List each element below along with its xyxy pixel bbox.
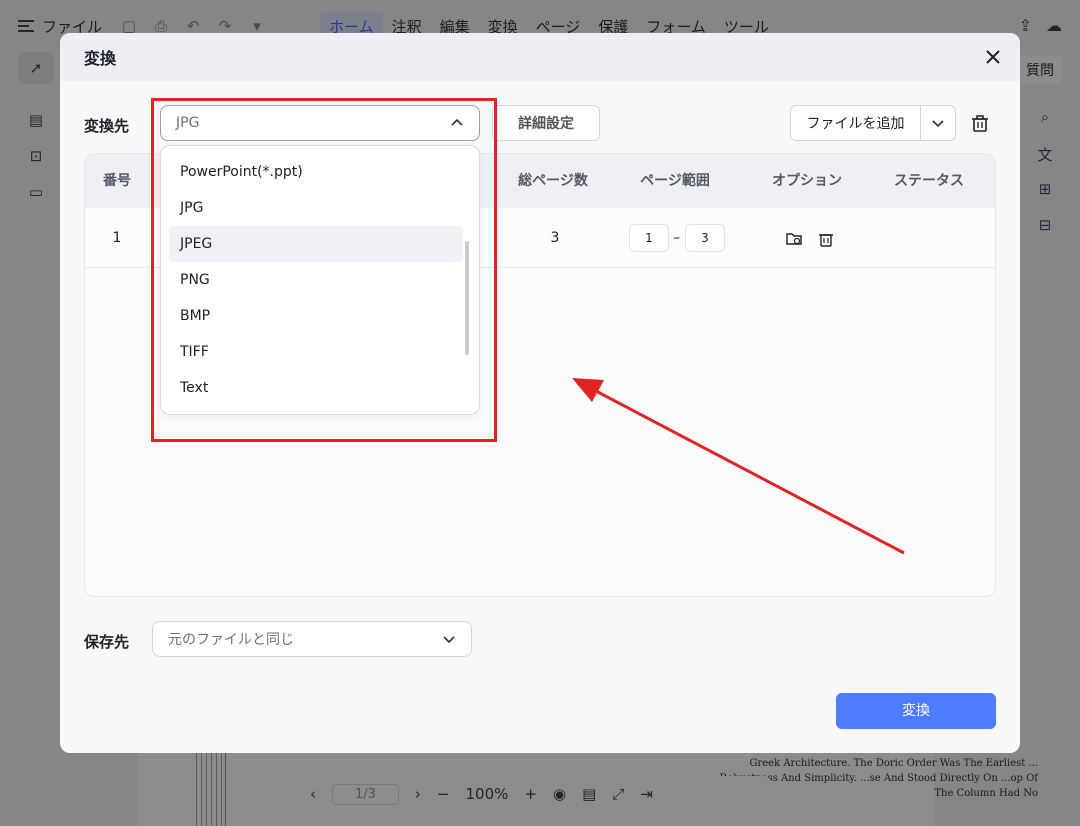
range-from-input[interactable]: 1 [629,224,669,252]
delete-icon[interactable] [817,230,835,248]
detail-settings-button[interactable]: 詳細設定 [492,105,600,141]
row-number: 1 [112,230,122,246]
add-file-dropdown[interactable] [921,106,955,140]
range-to-input[interactable]: 3 [685,224,725,252]
close-button[interactable] [982,46,1004,68]
add-file-group: ファイルを追加 [790,105,956,141]
save-location-select[interactable]: 元のファイルと同じ [152,621,472,657]
trash-icon [972,115,988,132]
header-total-pages: 総ページ数 [518,173,588,189]
chevron-down-icon [441,631,457,647]
dialog-title: 変換 [84,49,117,68]
range-dash: – [673,230,680,246]
convert-button[interactable]: 変換 [836,693,996,729]
annotation-highlight-box [151,98,497,442]
close-icon [986,50,1000,64]
target-format-label: 変換先 [84,117,130,135]
clear-list-button[interactable] [970,113,990,133]
chevron-down-icon [932,120,944,128]
convert-dialog: 変換 変換先 JPG 詳細設定 ファイルを追加 番号 総ページ数 ページ範囲 オ… [60,33,1020,753]
save-location-label: 保存先 [84,633,130,651]
header-options: オプション [772,173,842,189]
open-folder-icon[interactable] [785,230,803,248]
header-page-range: ページ範囲 [640,173,710,189]
add-file-button[interactable]: ファイルを追加 [791,106,921,140]
header-number: 番号 [103,173,131,189]
row-total-pages: 3 [550,230,560,246]
dialog-header: 変換 [60,33,1020,81]
header-status: ステータス [894,173,964,189]
save-location-value: 元のファイルと同じ [168,632,294,648]
